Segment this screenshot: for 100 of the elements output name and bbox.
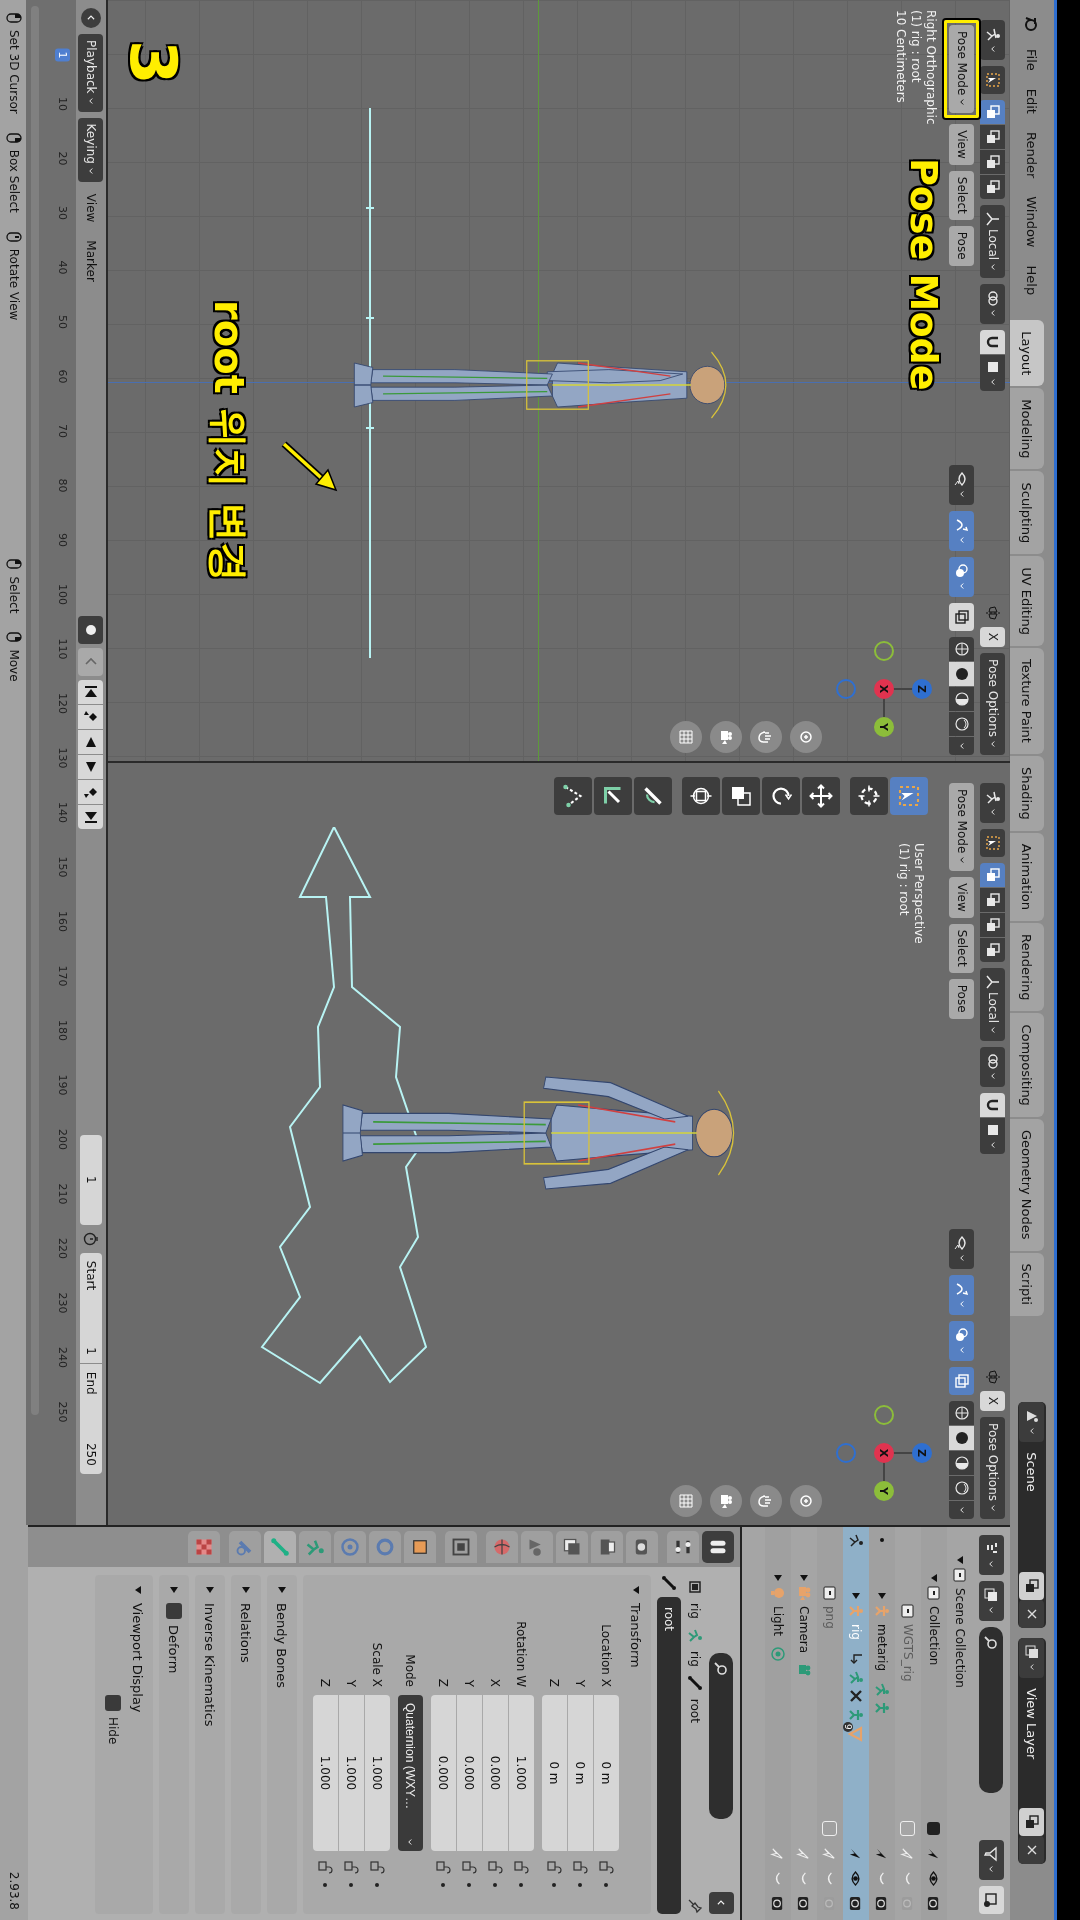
frame-number: 60 bbox=[55, 368, 70, 386]
field-label: Y bbox=[344, 1678, 359, 1687]
outliner-row[interactable]: Collection bbox=[921, 1527, 947, 1920]
start-frame-field[interactable]: Start 1 bbox=[80, 1252, 102, 1363]
step-number: 3 bbox=[116, 40, 190, 85]
menu-item[interactable]: Edit bbox=[1010, 79, 1054, 123]
axis-gizmo[interactable]: Z X Y bbox=[834, 1403, 934, 1503]
number-field[interactable]: 1.000 bbox=[365, 1695, 390, 1851]
frame-number: 200 bbox=[55, 1128, 70, 1153]
viewport-info-text: (1) rig : root bbox=[909, 10, 923, 85]
menu-item[interactable]: File bbox=[1010, 40, 1054, 80]
menu-item[interactable]: Select bbox=[949, 170, 975, 220]
menu-item[interactable]: Render bbox=[1010, 122, 1054, 188]
frame-number: 80 bbox=[55, 477, 70, 495]
axis-gizmo[interactable]: Z X Y bbox=[834, 639, 934, 739]
workspace-tab[interactable]: Animation bbox=[1010, 832, 1044, 921]
number-field[interactable]: 1.000 bbox=[313, 1695, 338, 1851]
checkbox-label: Hide bbox=[106, 1717, 120, 1745]
field-label: Start bbox=[84, 1260, 98, 1291]
mode-dropdown[interactable]: Pose Mode bbox=[949, 783, 975, 872]
menu-item[interactable]: View bbox=[949, 877, 975, 918]
number-field[interactable]: 0 m bbox=[568, 1695, 593, 1851]
frame-number: 130 bbox=[55, 746, 70, 771]
frame-number: 230 bbox=[55, 1291, 70, 1316]
frame-number: 50 bbox=[55, 314, 70, 332]
number-field[interactable]: 0 m bbox=[542, 1695, 567, 1851]
outliner-row[interactable]: Scene Collection bbox=[947, 1527, 973, 1920]
frame-number: 10 bbox=[55, 96, 70, 114]
outliner-item-name: WGTS_rig bbox=[901, 1624, 915, 1682]
outliner-row[interactable]: rig 9 bbox=[843, 1527, 869, 1920]
menu-item[interactable]: Pose bbox=[949, 978, 975, 1019]
panel-title[interactable]: Viewport Display bbox=[130, 1603, 146, 1713]
pose-options-dropdown[interactable]: Pose Options bbox=[980, 653, 1006, 755]
menu-item[interactable]: Pose bbox=[949, 225, 975, 266]
workspace-tab[interactable]: UV Editing bbox=[1010, 556, 1044, 646]
panel-title[interactable]: Transform bbox=[628, 1603, 644, 1668]
frame-number: 40 bbox=[55, 259, 70, 277]
menu-item[interactable]: View bbox=[84, 187, 98, 229]
field-label: End bbox=[84, 1371, 98, 1395]
outliner-item-name: rig bbox=[849, 1624, 863, 1640]
timeline-menu[interactable]: Playback bbox=[78, 34, 104, 112]
workspace-tab[interactable]: Rendering bbox=[1010, 923, 1044, 1012]
rotation-mode-dropdown[interactable]: Quaternion (WXY… bbox=[398, 1695, 423, 1851]
frame-number: 220 bbox=[55, 1237, 70, 1262]
workspace-tab[interactable]: Geometry Nodes bbox=[1010, 1118, 1044, 1251]
workspace-tab[interactable]: Modeling bbox=[1010, 388, 1044, 470]
menu-item[interactable]: Marker bbox=[84, 234, 98, 288]
number-field[interactable]: 1.000 bbox=[339, 1695, 364, 1851]
workspace-tab[interactable]: Layout bbox=[1010, 320, 1044, 387]
workspace-tab[interactable]: Scripti bbox=[1010, 1252, 1044, 1316]
field-label: Z bbox=[547, 1677, 562, 1687]
workspace-tab[interactable]: Shading bbox=[1010, 755, 1044, 831]
workspace-tab[interactable]: Sculpting bbox=[1010, 471, 1044, 555]
frame-number: 150 bbox=[55, 855, 70, 880]
orientation-dropdown[interactable]: Local bbox=[980, 968, 1006, 1042]
frame-number: 1 bbox=[55, 48, 70, 62]
frame-number: 70 bbox=[55, 423, 70, 441]
panel-title[interactable]: Relations bbox=[238, 1603, 254, 1663]
number-field[interactable]: 0.000 bbox=[431, 1695, 456, 1851]
menu-item[interactable]: Window bbox=[1010, 187, 1054, 257]
frame-number: 110 bbox=[55, 637, 70, 662]
outliner-item-name: Collection bbox=[927, 1606, 941, 1666]
number-field[interactable]: 1.000 bbox=[509, 1695, 534, 1851]
workspace-tab[interactable]: Compositing bbox=[1010, 1013, 1044, 1117]
menu-item[interactable]: Help bbox=[1010, 256, 1054, 305]
viewport-info-text: Right Orthographic bbox=[924, 10, 938, 125]
annotation-text: root 위치 변경 bbox=[205, 300, 253, 582]
end-frame-field[interactable]: End 250 bbox=[80, 1363, 102, 1474]
mode-dropdown[interactable]: Pose Mode bbox=[949, 25, 975, 114]
menu-item[interactable]: View bbox=[949, 124, 975, 165]
workspace-tab[interactable]: Texture Paint bbox=[1010, 648, 1044, 754]
frame-number: 100 bbox=[55, 583, 70, 608]
number-field[interactable]: 0 m bbox=[594, 1695, 619, 1851]
current-frame-field[interactable]: 1 bbox=[80, 1134, 102, 1225]
frame-number: 20 bbox=[55, 150, 70, 168]
viewport[interactable]: Local X Pose Options Pose Mode View Select Pose User Perspective (1) rig : root Z X Y bbox=[108, 763, 1010, 1525]
panel-title[interactable]: Bendy Bones bbox=[274, 1603, 290, 1689]
outliner-row[interactable]: metarig bbox=[869, 1527, 895, 1920]
field-label: Z bbox=[318, 1677, 333, 1687]
frame-number: 120 bbox=[55, 692, 70, 717]
orientation-dropdown[interactable]: Local bbox=[980, 205, 1006, 279]
outliner-row[interactable]: Light bbox=[765, 1527, 791, 1920]
number-field[interactable]: 0.000 bbox=[483, 1695, 508, 1851]
mirror-axis-toggle[interactable]: X bbox=[980, 626, 1006, 648]
number-field[interactable]: 0.000 bbox=[457, 1695, 482, 1851]
menu-item[interactable]: Select bbox=[949, 923, 975, 973]
outliner-item-name: Camera bbox=[797, 1606, 811, 1654]
outliner-row[interactable]: Camera bbox=[791, 1527, 817, 1920]
panel-title[interactable]: Deform bbox=[166, 1625, 182, 1674]
timeline-menu[interactable]: Keying bbox=[78, 117, 104, 182]
pose-options-dropdown[interactable]: Pose Options bbox=[980, 1417, 1006, 1519]
bone-name-field[interactable]: root bbox=[657, 1597, 681, 1914]
frame-number: 160 bbox=[55, 910, 70, 935]
field-value: 1 bbox=[84, 1347, 98, 1355]
status-hint: Move bbox=[7, 649, 21, 682]
panel-title[interactable]: Inverse Kinematics bbox=[202, 1603, 218, 1727]
mirror-axis-toggle[interactable]: X bbox=[980, 1390, 1006, 1412]
status-hint: Select bbox=[7, 576, 21, 614]
frame-number: 30 bbox=[55, 205, 70, 223]
field-label: Location X bbox=[599, 1623, 614, 1687]
